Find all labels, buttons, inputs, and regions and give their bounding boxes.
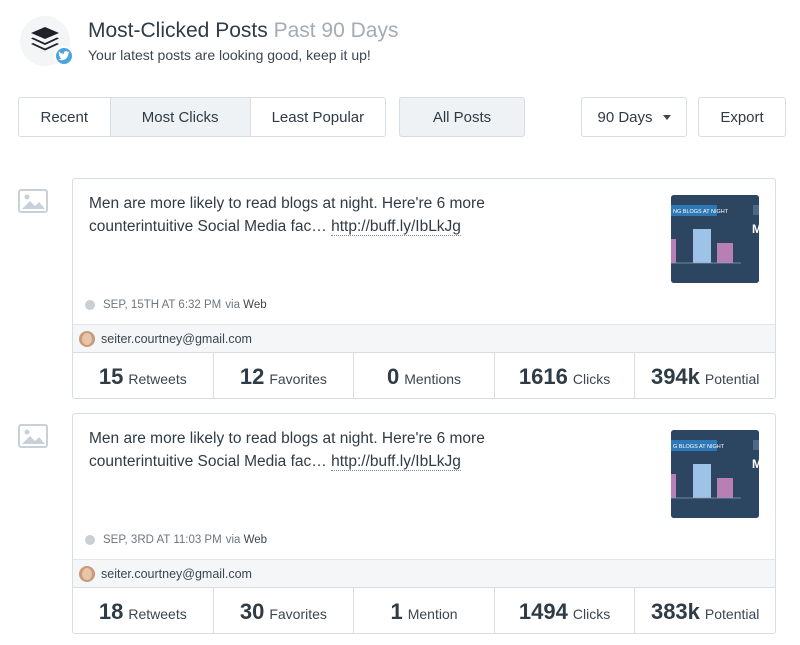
stat-clicks: 1494 Clicks — [495, 588, 636, 633]
tab-least-popular[interactable]: Least Popular — [250, 98, 385, 136]
post-text: Men are more likely to read blogs at nig… — [89, 192, 529, 238]
stat-clicks: 1616 Clicks — [495, 353, 636, 398]
post-source: Web — [243, 299, 267, 311]
thumb-caption: NG BLOGS AT NIGHT — [673, 209, 729, 215]
stat-value: 18 — [98, 599, 124, 624]
stat-value: 15 — [98, 364, 124, 389]
image-placeholder-icon — [18, 424, 48, 448]
stat-potential: 394k Potential — [635, 353, 775, 398]
post-link[interactable]: http://buff.ly/IbLkJg — [331, 453, 461, 471]
title-main: Most-Clicked Posts — [88, 19, 268, 42]
clock-icon — [85, 300, 95, 310]
stat-favorites: 30 Favorites — [214, 588, 355, 633]
post-body: Men are more likely to read blogs at nig… — [73, 179, 775, 324]
tab-most-clicks[interactable]: Most Clicks — [110, 98, 251, 136]
chevron-down-icon — [662, 114, 671, 120]
stat-label: Clicks — [572, 606, 611, 622]
twitter-bird-icon — [54, 46, 74, 66]
stat-label: Favorites — [269, 371, 327, 387]
stat-retweets: 15 Retweets — [73, 353, 214, 398]
post-meta: SEP, 15TH AT 6:32 PM via Web — [85, 299, 267, 311]
stat-mentions: 0 Mentions — [354, 353, 495, 398]
tab-recent[interactable]: Recent — [19, 98, 111, 136]
sort-tabs: Recent Most Clicks Least Popular — [18, 97, 386, 137]
post-account: seiter.courtney@gmail.com — [73, 559, 775, 587]
stat-favorites: 12 Favorites — [214, 353, 355, 398]
post-body: Men are more likely to read blogs at nig… — [73, 414, 775, 559]
stat-label: Clicks — [572, 371, 611, 387]
account-email: seiter.courtney@gmail.com — [101, 566, 252, 581]
image-placeholder-icon — [18, 189, 48, 213]
app-logo — [20, 16, 76, 68]
post-account: seiter.courtney@gmail.com — [73, 324, 775, 352]
stat-potential: 383k Potential — [635, 588, 775, 633]
post-via: via Web — [225, 534, 268, 546]
post-stats: 18 Retweets 30 Favorites 1 Mention 1494 Clic… — [73, 587, 775, 633]
thumb-caption: G BLOGS AT NIGHT — [673, 444, 725, 450]
stat-label: Potential — [704, 371, 760, 387]
post-date: SEP, 15TH AT 6:32 PM — [103, 299, 222, 311]
stat-value: 1616 — [518, 364, 568, 389]
account-email: seiter.courtney@gmail.com — [101, 331, 252, 346]
range-dropdown[interactable]: 90 Days — [581, 97, 687, 137]
post-thumbnail[interactable]: NG BLOGS AT NIGHT M — [671, 195, 759, 283]
stat-value: 1494 — [518, 599, 568, 624]
stat-value: 30 — [239, 599, 265, 624]
stat-retweets: 18 Retweets — [73, 588, 214, 633]
stat-value: 0 — [386, 364, 400, 389]
range-dropdown-label: 90 Days — [597, 108, 653, 126]
stat-label: Mentions — [404, 371, 462, 387]
title-period: Past 90 Days — [273, 19, 399, 42]
post-source: Web — [243, 534, 268, 546]
avatar — [79, 565, 95, 582]
post-date: SEP, 3RD AT 11:03 PM — [103, 534, 222, 546]
stat-value: 394k — [650, 364, 700, 389]
post-link[interactable]: http://buff.ly/IbLkJg — [331, 218, 461, 236]
stat-value: 383k — [650, 599, 700, 624]
export-button[interactable]: Export — [698, 97, 786, 137]
page-subtitle: Your latest posts are looking good, keep… — [88, 47, 371, 63]
svg-text:M: M — [752, 222, 759, 236]
stat-mentions: 1 Mention — [354, 588, 495, 633]
stat-label: Retweets — [128, 371, 187, 387]
post-stats: 15 Retweets 12 Favorites 0 Mentions 1616 Cli… — [73, 352, 775, 398]
stat-value: 12 — [239, 364, 265, 389]
all-posts-button[interactable]: All Posts — [399, 97, 525, 137]
stat-label: Mention — [407, 606, 458, 622]
post-text: Men are more likely to read blogs at nig… — [89, 427, 529, 473]
post-via: via Web — [225, 299, 267, 311]
avatar — [79, 330, 95, 347]
post-meta: SEP, 3RD AT 11:03 PM via Web — [85, 534, 267, 546]
page-title: Most-Clicked Posts Past 90 Days — [88, 19, 398, 43]
stat-value: 1 — [390, 599, 403, 624]
svg-text:M: M — [752, 457, 759, 471]
clock-icon — [85, 535, 95, 545]
post-card: Men are more likely to read blogs at nig… — [72, 413, 776, 634]
post-thumbnail[interactable]: G BLOGS AT NIGHT M — [671, 430, 759, 518]
stat-label: Retweets — [128, 606, 187, 622]
post-card: Men are more likely to read blogs at nig… — [72, 178, 776, 399]
stat-label: Potential — [704, 606, 760, 622]
stat-label: Favorites — [269, 606, 327, 622]
